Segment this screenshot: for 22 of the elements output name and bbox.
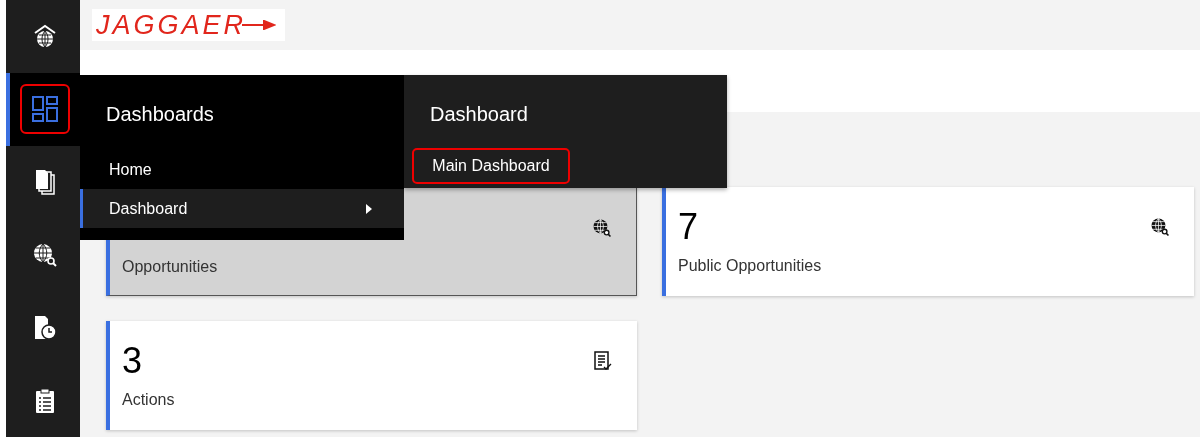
card-label: Public Opportunities bbox=[678, 257, 823, 275]
clipboard-icon bbox=[34, 387, 56, 414]
card-label: Actions bbox=[122, 391, 176, 409]
logo: JAGGAER bbox=[92, 9, 285, 41]
checklist-icon bbox=[593, 351, 613, 371]
globe-house-icon bbox=[32, 23, 58, 50]
count: 7 bbox=[678, 206, 699, 248]
dashboard-icon bbox=[31, 95, 59, 124]
menu-title: Dashboards bbox=[105, 102, 215, 127]
count: 3 bbox=[122, 340, 143, 382]
documents-icon bbox=[33, 169, 57, 196]
summary-card[interactable]: 3 Actions bbox=[106, 321, 637, 430]
menu-item[interactable]: Dashboard bbox=[80, 189, 404, 228]
menu-item[interactable]: Home bbox=[80, 150, 404, 189]
submenu-title: Dashboard bbox=[429, 102, 529, 127]
document-clock-icon bbox=[32, 314, 58, 341]
submenu-item[interactable]: Main Dashboard bbox=[412, 148, 570, 184]
globe-search-icon bbox=[592, 218, 612, 238]
globe-search-icon bbox=[32, 241, 58, 268]
summary-card[interactable]: 7 Public Opportunities bbox=[662, 187, 1194, 296]
globe-search-icon bbox=[1150, 217, 1170, 237]
card-label: Opportunities bbox=[122, 258, 219, 276]
